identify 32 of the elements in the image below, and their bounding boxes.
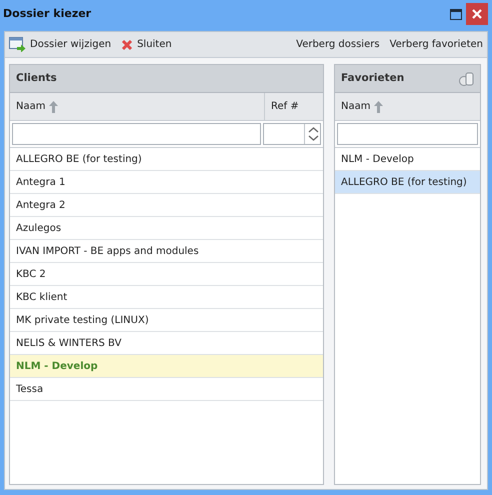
close-button[interactable]: [466, 3, 488, 25]
spinner-arrows-icon[interactable]: [304, 124, 320, 144]
toolbar-button[interactable]: Verberg dossiers: [296, 37, 380, 52]
column-header[interactable]: Naam: [335, 93, 480, 120]
window-title: Dossier kiezer: [3, 6, 92, 22]
list-row[interactable]: IVAN IMPORT - BE apps and modules: [10, 240, 323, 263]
list-row[interactable]: MK private testing (LINUX): [10, 309, 323, 332]
filter-field[interactable]: [337, 123, 478, 145]
list-row[interactable]: ALLEGRO BE (for testing): [10, 148, 323, 171]
list-row[interactable]: NLM - Develop: [10, 355, 323, 378]
edit-dossier-button[interactable]: Dossier wijzigen: [9, 37, 112, 52]
list-row[interactable]: Antegra 2: [10, 194, 323, 217]
list-row[interactable]: ALLEGRO BE (for testing): [335, 171, 480, 194]
panel-title: Clients: [16, 70, 58, 86]
close-icon: [121, 38, 134, 50]
list-row[interactable]: KBC klient: [10, 286, 323, 309]
list-row[interactable]: Tessa: [10, 378, 323, 401]
sort-ascending-icon: [374, 100, 384, 112]
maximize-icon: [450, 8, 462, 20]
panel-title: Favorieten: [341, 70, 406, 86]
toolbar-button[interactable]: Verberg favorieten: [390, 37, 483, 52]
database-icon[interactable]: [459, 72, 474, 86]
sort-ascending-icon: [49, 100, 58, 112]
list-row[interactable]: Azulegos: [10, 217, 323, 240]
column-header[interactable]: Ref #: [265, 93, 323, 120]
close-button[interactable]: Sluiten: [121, 37, 172, 52]
list-row[interactable]: KBC 2: [10, 263, 323, 286]
close-icon: [472, 9, 482, 19]
list-row[interactable]: Antegra 1: [10, 171, 323, 194]
filter-field[interactable]: [12, 123, 261, 145]
column-header[interactable]: Naam: [10, 93, 265, 120]
number-spinner[interactable]: [263, 123, 321, 145]
